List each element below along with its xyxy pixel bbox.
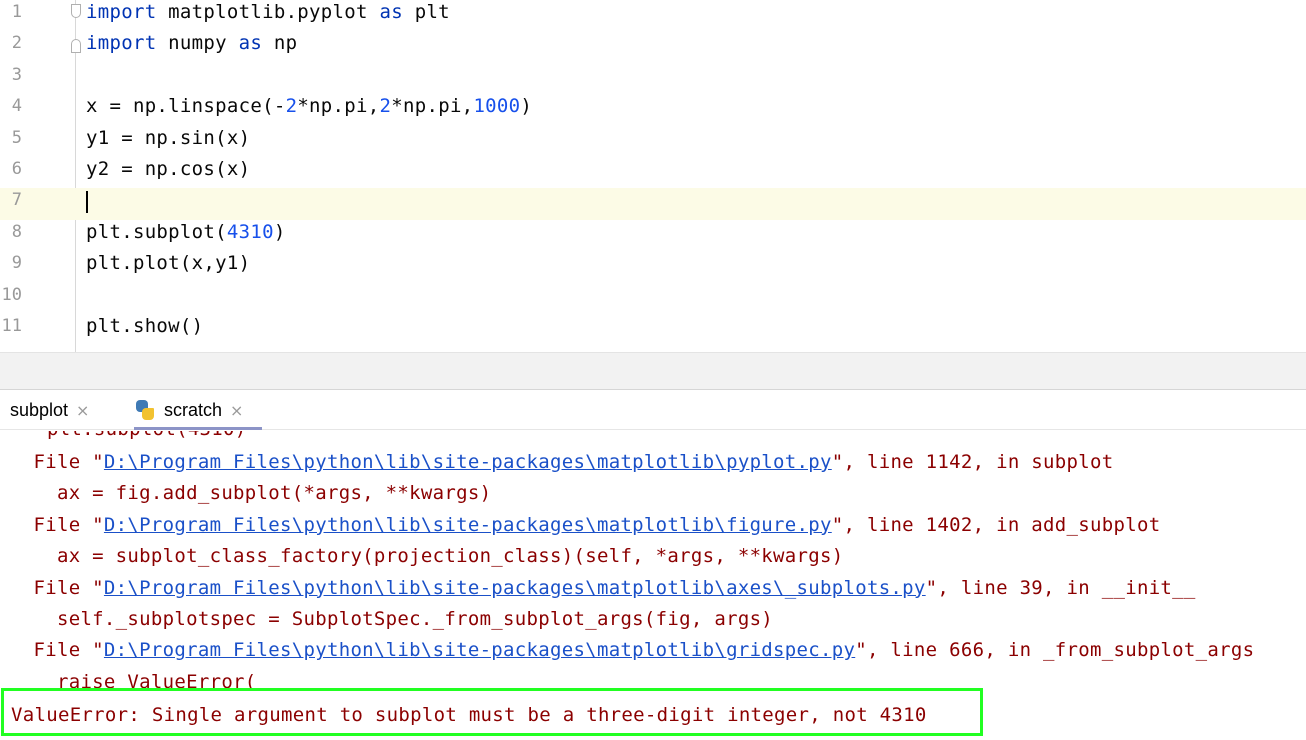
line-number: 2	[11, 33, 22, 54]
line-number: 6	[11, 159, 22, 179]
number-token: 2	[285, 95, 298, 118]
code-token: numpy	[156, 32, 239, 55]
traceback-code-line: ax = subplot_class_factory(projection_cl…	[10, 544, 843, 575]
traceback-source: self._subplotspec = SubplotSpec._from_su…	[56, 608, 774, 630]
code-line[interactable]: 5 y1 = np.sin(x)	[0, 126, 1306, 157]
code-token: plt	[402, 1, 450, 23]
file-path-link[interactable]: D:\Program Files\python\lib\site-package…	[104, 639, 855, 661]
traceback-file-line: File "D:\Program Files\python\lib\site-p…	[10, 513, 1160, 544]
traceback-file-line: File "D:\Program Files\python\lib\site-p…	[10, 450, 1114, 481]
code-text: import matplotlib.pyplot as plt	[86, 0, 450, 24]
code-token: )	[273, 220, 286, 243]
code-line[interactable]: 4x = np.linspace(-2*np.pi,2*np.pi,1000)	[0, 94, 1306, 125]
fold-marker-icon[interactable]	[71, 4, 81, 18]
keyword-token: import	[86, 32, 157, 55]
code-line[interactable]: 11 plt.show()	[0, 314, 1306, 345]
traceback-file-line: File "D:\Program Files\python\lib\site-p…	[10, 576, 1196, 607]
fold-marker-icon[interactable]	[71, 39, 81, 54]
keyword-token: as	[238, 32, 263, 55]
code-line[interactable]: 10	[0, 283, 1306, 314]
traceback-code-line: self._subplotspec = SubplotSpec._from_su…	[10, 607, 773, 638]
close-icon[interactable]: ×	[76, 401, 89, 420]
code-token: *np.pi,	[297, 95, 380, 118]
code-text: y2 = np.cos(x)	[86, 157, 250, 181]
line-number: 8	[11, 221, 22, 242]
run-console-output[interactable]: plt.subplot(4310) File "D:\Program Files…	[0, 431, 1306, 740]
run-tab-bar: subplot × scratch ×	[0, 390, 1306, 430]
code-token: y1 = np.sin(x)	[86, 126, 251, 149]
code-line[interactable]: 7	[0, 188, 1306, 220]
code-editor[interactable]: 1 import matplotlib.pyplot as plt 2 import …	[0, 0, 1306, 352]
tab-scratch[interactable]: scratch ×	[134, 390, 262, 430]
code-text: plt.show()	[86, 314, 203, 338]
panel-splitter[interactable]	[0, 352, 1306, 390]
code-token: y2 = np.cos(x)	[86, 158, 251, 180]
code-text: import numpy as np	[86, 31, 297, 55]
file-path-link[interactable]: D:\Program Files\python\lib\site-package…	[104, 451, 832, 473]
code-line[interactable]: 3	[0, 63, 1306, 94]
line-number: 5	[11, 127, 22, 148]
console-line-partial: plt.subplot(4310)	[0, 431, 247, 448]
code-token: plt.plot(x,y1)	[86, 252, 251, 275]
line-number: 9	[11, 253, 22, 274]
file-path-link[interactable]: D:\Program Files\python\lib\site-package…	[104, 514, 832, 536]
traceback-prefix: File "	[33, 451, 104, 473]
code-line[interactable]: 6 y2 = np.cos(x)	[0, 157, 1306, 188]
text-cursor	[86, 191, 88, 214]
code-token: plt.subplot(	[86, 220, 227, 243]
code-token: )	[520, 95, 533, 118]
code-text: y1 = np.sin(x)	[86, 126, 250, 150]
python-icon	[134, 399, 156, 421]
keyword-token: import	[86, 1, 157, 23]
traceback-source: ax = subplot_class_factory(projection_cl…	[56, 545, 844, 568]
traceback-prefix: File "	[33, 576, 104, 599]
traceback-prefix: File "	[33, 639, 104, 662]
traceback-source: ax = fig.add_subplot(*args, **kwargs)	[56, 482, 492, 505]
close-icon[interactable]: ×	[230, 401, 243, 420]
code-text: plt.plot(x,y1)	[86, 251, 250, 275]
code-line[interactable]: 2 import numpy as np	[0, 31, 1306, 62]
code-token: plt.show()	[86, 315, 204, 337]
tab-subplot-label: subplot	[10, 399, 69, 420]
code-token: matplotlib.pyplot	[156, 1, 380, 23]
code-text: plt.subplot(4310)	[86, 220, 286, 244]
traceback-location: ", line 1402, in add_subplot	[831, 513, 1161, 536]
error-highlight-box	[1, 688, 983, 736]
tab-scratch-label: scratch	[164, 399, 223, 420]
traceback-prefix: File "	[33, 513, 104, 536]
code-token: *np.pi,	[391, 95, 474, 118]
number-token: 4310	[226, 220, 274, 243]
number-token: 2	[379, 95, 392, 118]
line-number: 3	[11, 64, 22, 85]
code-line[interactable]: 9 plt.plot(x,y1)	[0, 251, 1306, 282]
traceback-location: ", line 666, in _from_subplot_args	[855, 639, 1255, 662]
line-number: 7	[11, 190, 22, 211]
line-number: 1	[11, 2, 22, 22]
traceback-location: ", line 1142, in subplot	[831, 451, 1114, 473]
line-number: 11	[1, 316, 22, 336]
line-number: 10	[1, 284, 22, 305]
keyword-token: as	[379, 1, 403, 23]
traceback-code-line: ax = fig.add_subplot(*args, **kwargs)	[10, 481, 491, 512]
line-number: 4	[11, 96, 22, 117]
code-text: x = np.linspace(-2*np.pi,2*np.pi,1000)	[86, 94, 532, 118]
file-path-link[interactable]: D:\Program Files\python\lib\site-package…	[104, 577, 926, 599]
traceback-location: ", line 39, in __init__	[925, 576, 1196, 599]
code-line[interactable]: 1 import matplotlib.pyplot as plt	[0, 0, 1306, 31]
tab-subplot[interactable]: subplot ×	[10, 390, 89, 430]
traceback-file-line: File "D:\Program Files\python\lib\site-p…	[10, 638, 1254, 669]
code-token: x = np.linspace(-	[86, 95, 286, 118]
code-line[interactable]: 8 plt.subplot(4310)	[0, 220, 1306, 251]
code-token: np	[262, 32, 298, 55]
number-token: 1000	[473, 95, 521, 118]
